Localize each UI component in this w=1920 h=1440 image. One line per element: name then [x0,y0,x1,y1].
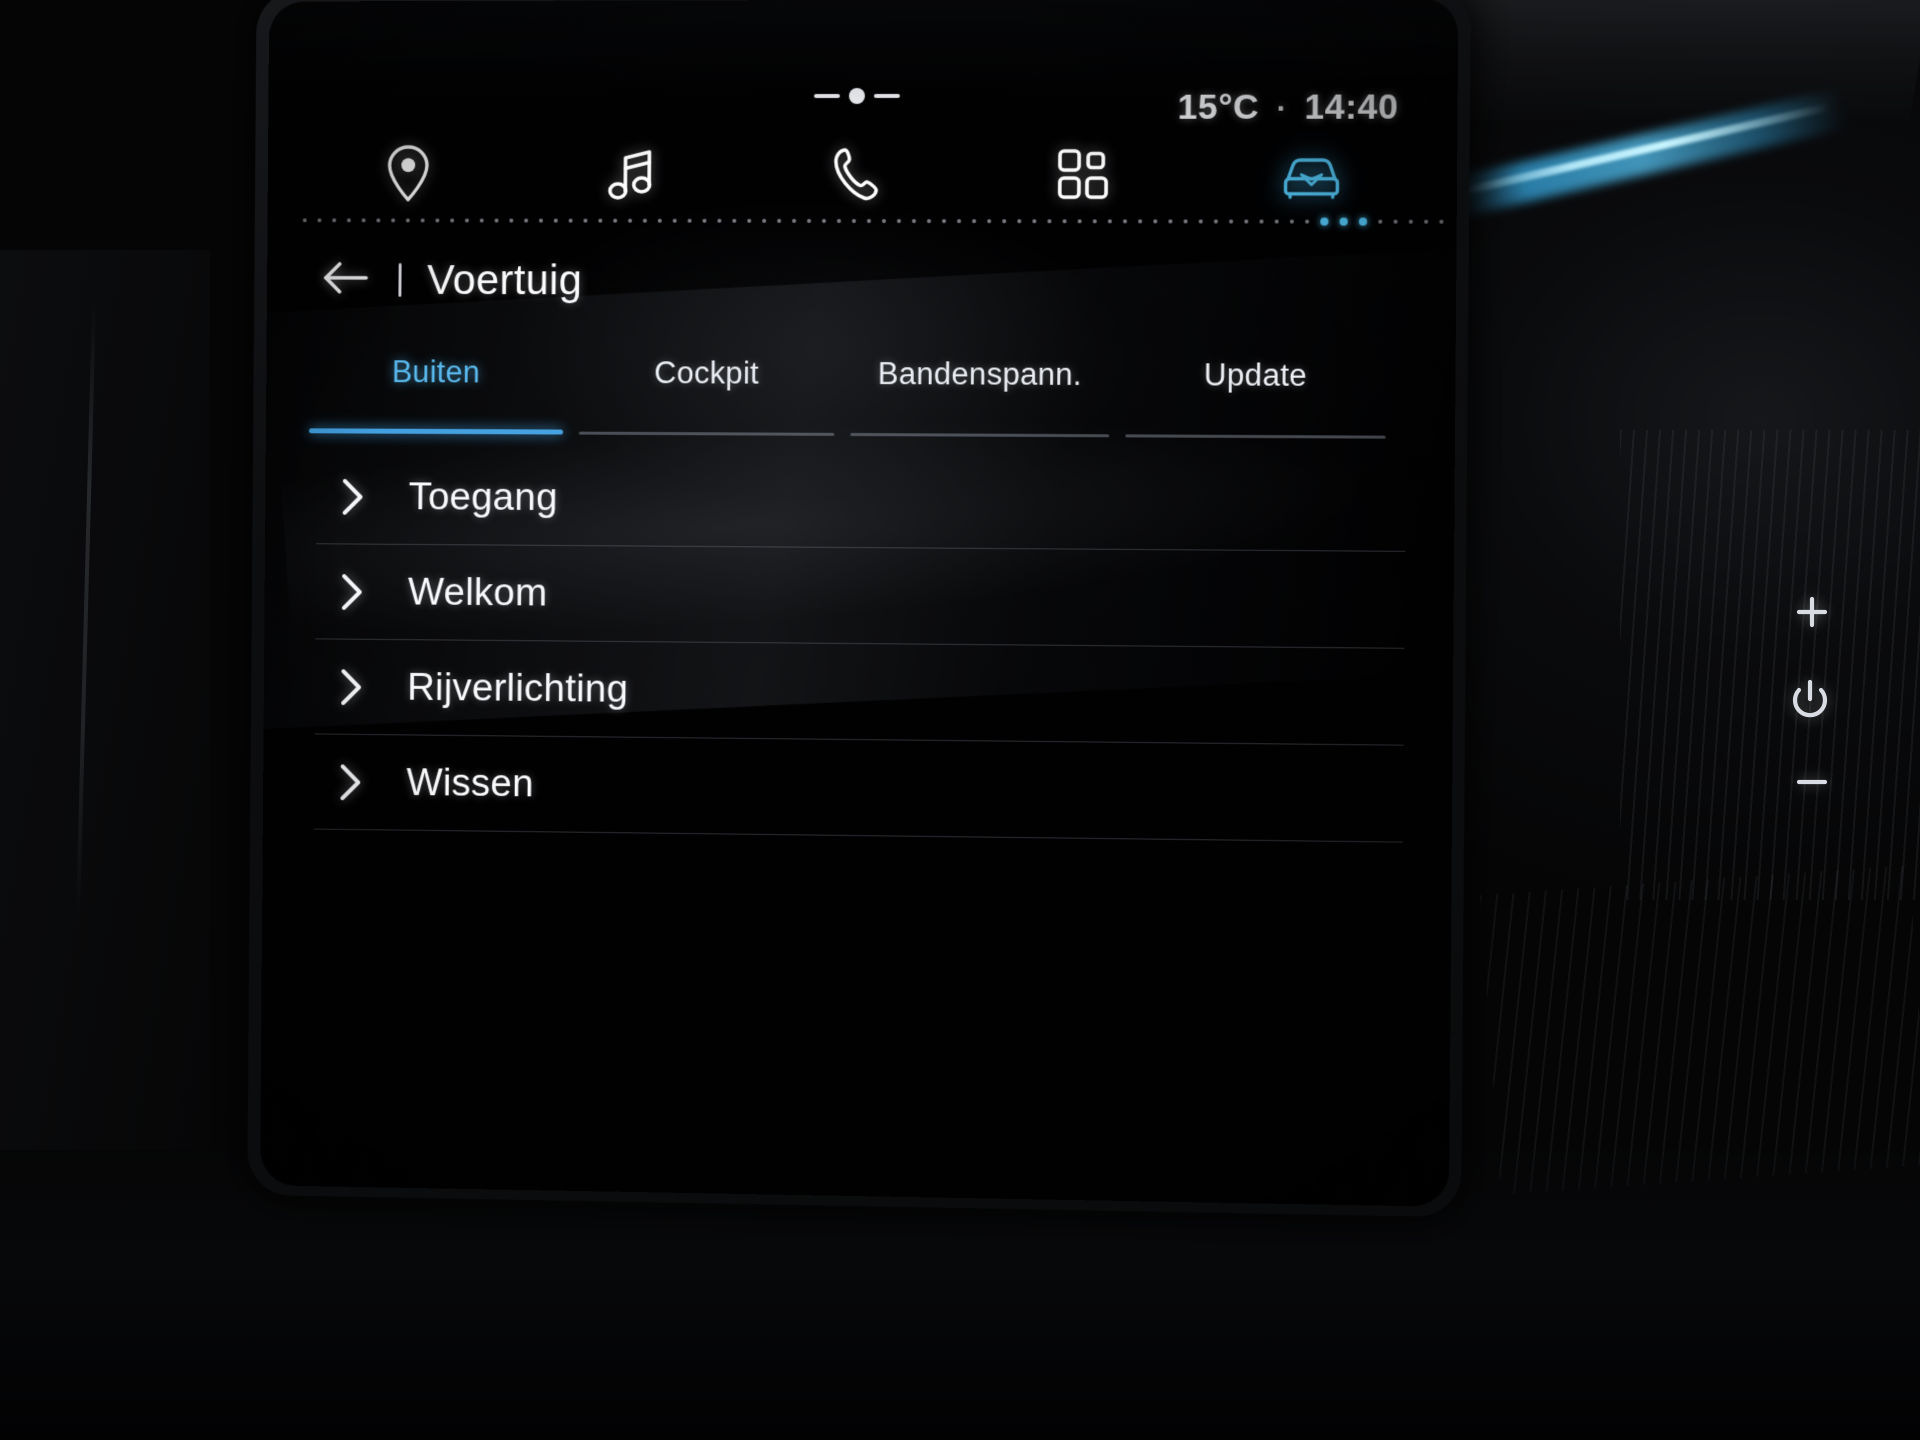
list-item-label: Rijverlichting [407,665,629,711]
tab-label: Bandenspann. [877,356,1083,392]
volume-up-button[interactable] [1792,592,1832,637]
tab-buiten[interactable]: Buiten [301,348,571,435]
apps-grid-icon [1056,147,1111,201]
tab-underline [850,432,1109,438]
phone-handset-icon [828,145,884,203]
nav-indicator-dot [1320,217,1329,226]
volume-down-button[interactable] [1792,772,1832,797]
air-vent-upper [1620,430,1920,900]
status-bar: 15°C · 14:40 [1177,87,1399,127]
list-item-wissen[interactable]: Wissen [313,734,1404,843]
location-pin-icon [382,143,434,205]
main-nav-bar [297,126,1427,223]
screen-ui-root: 15°C · 14:40 Voertuig Buiten Cockpit Ban… [260,0,1458,1207]
chevron-right-icon [336,477,370,517]
list-item-label: Toegang [408,474,558,519]
list-item-welkom[interactable]: Welkom [315,544,1406,649]
list-item-rijverlichting[interactable]: Rijverlichting [314,639,1405,746]
list-item-label: Wissen [406,760,534,805]
nav-indicator-dot [1339,217,1348,226]
tab-bandenspanning[interactable]: Bandenspann. [842,350,1117,438]
handle-dot [848,87,865,104]
tab-label: Update [1203,357,1308,393]
nav-item-vehicle[interactable] [1197,126,1427,223]
minus-icon [1792,779,1832,796]
nav-dotted-divider [302,217,1444,226]
dashboard-left-panel [0,250,210,1150]
list-item-label: Welkom [407,570,548,614]
music-note-icon [603,144,659,204]
nav-item-phone[interactable] [743,126,970,222]
handle-bar-left [813,93,840,99]
tab-underline-active [308,428,563,435]
tab-label: Cockpit [654,355,760,391]
nav-indicator-dot [1358,217,1368,226]
chevron-right-icon [335,572,369,612]
plus-icon [1792,596,1832,636]
tab-underline [578,431,835,436]
nav-item-navigation[interactable] [297,126,520,221]
handle-bar-right [873,93,900,98]
page-title: Voertuig [426,256,583,304]
tab-cockpit[interactable]: Cockpit [570,349,843,436]
tab-bar: Buiten Cockpit Bandenspann. Update [301,348,1394,439]
nav-item-media[interactable] [519,126,744,222]
tab-update[interactable]: Update [1117,351,1395,439]
arrow-left-icon [321,258,370,301]
page-header: Voertuig [318,237,583,323]
title-divider [398,263,402,297]
chevron-right-icon [334,762,368,802]
nav-item-apps[interactable] [969,126,1197,223]
tab-underline [1124,434,1386,439]
chevron-right-icon [334,667,368,707]
status-separator: · [1276,92,1288,126]
clock: 14:40 [1304,87,1399,127]
power-icon [1788,679,1832,728]
list-item-toegang[interactable]: Toegang [315,449,1406,552]
back-button[interactable] [318,252,373,308]
power-button[interactable] [1788,678,1832,729]
settings-list: Toegang Welkom Rijverlichting Wissen [313,449,1406,843]
car-front-icon [1278,148,1345,200]
infotainment-screen[interactable]: 15°C · 14:40 Voertuig Buiten Cockpit Ban… [260,0,1459,1207]
outside-temperature: 15°C [1177,87,1260,127]
tab-label: Buiten [391,354,481,390]
